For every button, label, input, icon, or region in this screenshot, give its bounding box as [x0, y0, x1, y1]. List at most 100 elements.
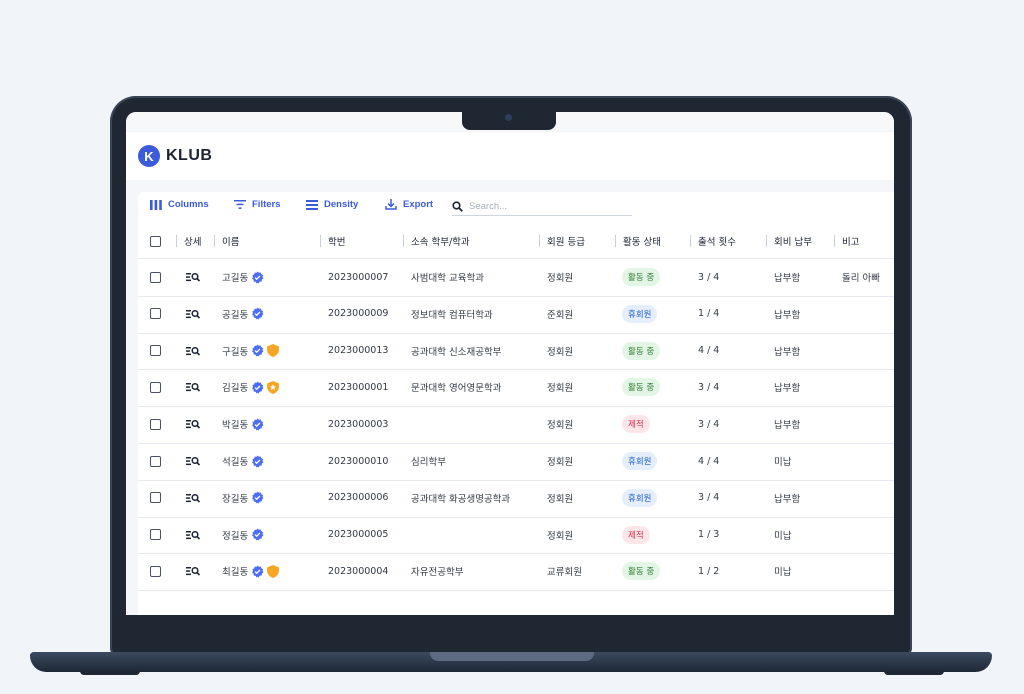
table-row[interactable]: 김길동 2023000001 문과대학 영어영문학과 정회원 활동 중 3 / 4 납부함: [138, 369, 894, 408]
laptop-screen: K KLUB Columns Filters Density Export Se…: [126, 112, 894, 615]
attendance-cell: 3 / 4: [698, 418, 720, 430]
verified-icon: [251, 271, 264, 284]
search-field[interactable]: [452, 197, 632, 216]
fee-cell: 미납: [774, 457, 792, 468]
detail-button[interactable]: [186, 443, 200, 479]
logo-icon[interactable]: K: [138, 145, 160, 167]
filters-label: Filters: [252, 199, 281, 210]
grade-cell: 정회원: [547, 530, 574, 542]
row-checkbox[interactable]: [150, 553, 161, 589]
student-id-cell: 2023000009: [328, 308, 389, 320]
status-badge: 휴회원: [622, 488, 658, 507]
row-checkbox[interactable]: [150, 517, 161, 553]
verified-icon: [251, 418, 264, 431]
status-badge: 휴회원: [622, 304, 658, 323]
department-cell: 정보대학 컴퓨터학과: [411, 309, 493, 321]
header-student-id[interactable]: 학번: [320, 224, 345, 258]
density-icon: [306, 199, 318, 210]
member-name: 박길동: [222, 420, 249, 432]
row-checkbox[interactable]: [150, 443, 161, 479]
verified-icon: [251, 344, 264, 357]
status-badge: 활동 중: [622, 562, 661, 581]
columns-button[interactable]: Columns: [150, 199, 209, 210]
grade-cell: 정회원: [547, 383, 574, 395]
student-id-cell: 2023000006: [328, 492, 389, 504]
detail-button[interactable]: [186, 480, 200, 516]
attendance-cell: 3 / 4: [698, 492, 720, 504]
status-badge: 활동 중: [622, 378, 661, 397]
detail-search-icon: [186, 530, 200, 540]
name-cell: 박길동: [222, 406, 264, 442]
student-id-cell: 2023000010: [328, 455, 389, 467]
detail-button[interactable]: [186, 369, 200, 405]
shield-icon: [267, 344, 280, 358]
detail-button[interactable]: [186, 406, 200, 442]
table-row[interactable]: 박길동 2023000003 정회원 제적 3 / 4 납부함: [138, 406, 894, 444]
search-input[interactable]: [469, 200, 619, 212]
header-fee[interactable]: 회비 납부: [766, 224, 812, 258]
header-grade[interactable]: 회원 등급: [539, 224, 585, 258]
star-shield-icon: [267, 380, 280, 394]
status-badge: 제적: [622, 525, 650, 544]
verified-icon: [251, 528, 264, 541]
detail-search-icon: [186, 566, 200, 576]
header-note[interactable]: 비고: [834, 224, 859, 258]
fee-cell: 납부함: [774, 273, 801, 284]
row-checkbox[interactable]: [150, 333, 161, 369]
table-row[interactable]: 고길동 2023000007 사범대학 교육학과 정회원 활동 중 3 / 4 납부함 돌리 …: [138, 259, 894, 297]
student-id-cell: 2023000003: [328, 418, 389, 430]
filters-button[interactable]: Filters: [234, 199, 281, 210]
detail-button[interactable]: [186, 517, 200, 553]
header-attendance[interactable]: 출석 횟수: [690, 224, 736, 258]
detail-search-icon: [186, 456, 200, 466]
fee-cell: 미납: [774, 530, 792, 542]
row-checkbox[interactable]: [150, 406, 161, 442]
download-icon: [385, 199, 397, 210]
header-name[interactable]: 이름: [214, 224, 239, 258]
row-checkbox[interactable]: [150, 296, 161, 332]
shield-icon: [267, 564, 280, 578]
fee-cell: 미납: [774, 567, 792, 579]
header-status[interactable]: 활동 상태: [615, 224, 661, 258]
detail-button[interactable]: [186, 259, 200, 295]
detail-button[interactable]: [186, 553, 200, 589]
header-department[interactable]: 소속 학부/학과: [403, 224, 470, 258]
verified-icon: [251, 381, 264, 394]
status-badge: 제적: [622, 415, 650, 434]
verified-icon: [251, 307, 264, 320]
row-checkbox[interactable]: [150, 259, 161, 295]
table-row[interactable]: 정길동 2023000005 정회원 제적 1 / 3 미납: [138, 517, 894, 555]
table-row[interactable]: 구길동 2023000013 공과대학 신소재공학부 정회원 활동 중 4 / 4 납부함: [138, 333, 894, 371]
grade-cell: 준회원: [547, 309, 574, 321]
app-name[interactable]: KLUB: [166, 147, 212, 165]
name-cell: 장길동: [222, 480, 264, 516]
status-badge: 휴회원: [622, 452, 658, 470]
table-row[interactable]: 공길동 2023000009 정보대학 컴퓨터학과 준회원 휴회원 1 / 4 납부함: [138, 296, 894, 334]
row-checkbox[interactable]: [150, 369, 161, 405]
member-name: 정길동: [222, 530, 249, 542]
member-name: 고길동: [222, 273, 249, 284]
grade-cell: 정회원: [547, 457, 574, 468]
status-cell: 제적: [622, 517, 650, 553]
fee-cell: 납부함: [774, 309, 801, 321]
density-button[interactable]: Density: [306, 199, 358, 210]
camera-icon: [505, 114, 512, 121]
table-row[interactable]: 장길동 2023000006 공과대학 화공생명공학과 정회원 휴회원 3 / 4 납부함: [138, 480, 894, 518]
table-row[interactable]: 최길동 2023000004 자유전공학부 교류회원 활동 중 1 / 2 미납: [138, 553, 894, 592]
select-all-checkbox[interactable]: [150, 224, 161, 258]
table-row[interactable]: 석길동 2023000010 심리학부 정회원 휴회원 4 / 4 미납: [138, 443, 894, 481]
member-name: 공길동: [222, 309, 249, 321]
columns-icon: [150, 199, 162, 210]
grade-cell: 정회원: [547, 420, 574, 432]
student-id-cell: 2023000013: [328, 345, 389, 357]
laptop-bezel: [118, 615, 904, 655]
data-grid: Columns Filters Density Export Search...…: [138, 192, 894, 615]
fee-cell: 납부함: [774, 383, 801, 395]
department-cell: 문과대학 영어영문학과: [411, 383, 502, 395]
grade-cell: 정회원: [547, 493, 574, 505]
header-detail[interactable]: 상세: [176, 224, 201, 258]
row-checkbox[interactable]: [150, 480, 161, 516]
detail-button[interactable]: [186, 296, 200, 332]
detail-button[interactable]: [186, 333, 200, 369]
export-button[interactable]: Export: [385, 199, 433, 210]
